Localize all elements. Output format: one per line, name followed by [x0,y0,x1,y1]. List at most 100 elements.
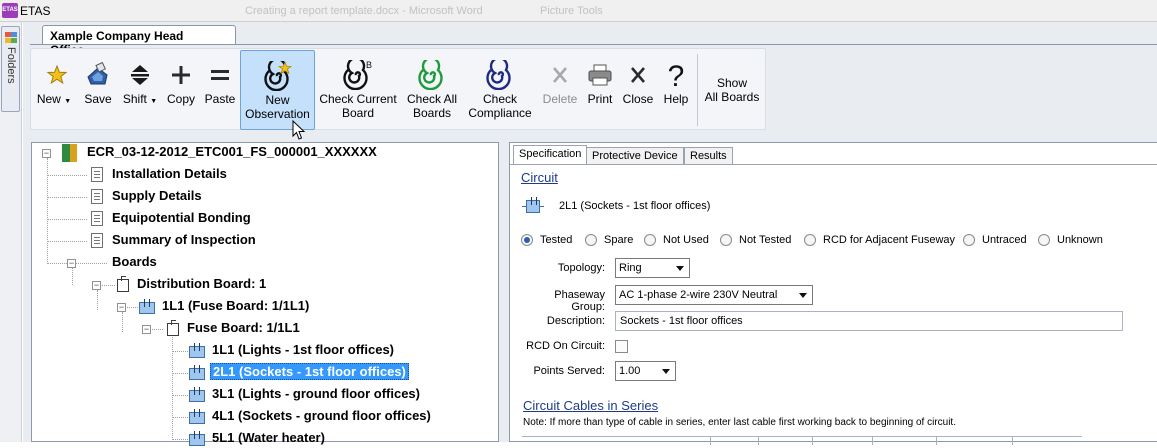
document-tab[interactable]: Xample Company Head Office_... [42,25,236,57]
save-button[interactable]: Save [80,50,116,130]
circuit-cables-note: Note: If more than type of cable in seri… [523,417,956,428]
circuit-icon [189,431,205,446]
help-button[interactable]: ? Help [658,50,694,130]
check-all-boards-button[interactable]: Check All Boards [401,50,463,130]
tree-line [172,439,188,440]
new-observation-label: New Observation [245,93,310,121]
document-icon [91,211,103,226]
radio-label-untraced: Untraced [982,234,1027,246]
tab-protective-device[interactable]: Protective Device [586,147,684,164]
app-title: ETAS [20,4,51,18]
check-compliance-label: Check Compliance [468,92,532,120]
points-served-select[interactable]: 1.00 [615,361,676,381]
collapse-toggle[interactable]: − [67,259,76,268]
radio-spare[interactable] [585,234,597,246]
close-button[interactable]: Close [620,50,656,130]
tree-item-equipotential-bonding[interactable]: Equipotential Bonding [112,208,251,228]
toolbar-separator [697,54,698,126]
rcd-on-circuit-checkbox[interactable] [615,340,628,353]
radio-rcd-adjacent-fuseway[interactable] [804,234,816,246]
tree-item-installation-details[interactable]: Installation Details [112,164,227,184]
column-divider [812,437,813,445]
copy-button[interactable]: Copy [163,50,199,130]
radio-not-used[interactable] [644,234,656,246]
tree-line [122,312,123,332]
column-divider [710,437,711,445]
shift-button[interactable]: Shift ▼ [120,50,160,130]
tree-item-circuit-2l1[interactable]: 2L1 (Sockets - 1st floor offices) [210,362,409,382]
tree-item-distribution-board[interactable]: Distribution Board: 1 [137,274,266,294]
chevron-down-icon: ▼ [64,98,72,105]
circuit-icon [139,299,155,314]
background-window-context: Picture Tools [540,5,603,17]
description-field[interactable]: Sockets - 1st floor offices [615,311,1123,331]
phaseway-group-value: AC 1-phase 2-wire 230V Neutral [619,289,778,301]
tree-item-boards[interactable]: Boards [112,252,157,272]
circuit-cables-heading: Circuit Cables in Series [523,398,659,413]
tree-item-fuse-board[interactable]: Fuse Board: 1/1L1 [187,318,300,338]
tree-item-circuit-3l1[interactable]: 3L1 (Lights - ground floor offices) [212,384,420,404]
tab-specification[interactable]: Specification [513,145,588,165]
tree-item-circuit-1l1[interactable]: 1L1 (Lights - 1st floor offices) [212,340,394,360]
print-button[interactable]: Print [582,50,618,130]
topology-select[interactable]: Ring [615,258,690,278]
plus-icon [172,66,190,84]
tree-item-fuse-board-circuit[interactable]: 1L1 (Fuse Board: 1/1L1) [162,296,309,316]
tree-line [97,290,98,310]
spiral-green-icon [418,60,443,90]
circuit-icon [189,409,205,424]
collapse-toggle[interactable]: − [92,281,101,290]
tab-strip-border [30,44,1157,45]
radio-unknown[interactable] [1038,234,1050,246]
check-compliance-button[interactable]: Check Compliance [466,50,534,130]
collapse-toggle[interactable]: − [117,303,126,312]
folders-icon [5,32,17,43]
tree-item-circuit-5l1[interactable]: 5L1 (Water heater) [212,428,325,448]
tree-item-circuit-4l1[interactable]: 4L1 (Sockets - ground floor offices) [212,406,431,426]
delete-button[interactable]: Delete [540,50,580,130]
tree-item-supply-details[interactable]: Supply Details [112,186,202,206]
topology-label: Topology: [557,262,605,274]
column-divider [936,437,937,445]
column-divider [1012,437,1013,445]
tab-results[interactable]: Results [684,147,733,164]
spiral-star-icon [263,61,292,91]
distribution-board-icon [117,276,129,292]
radio-label-unknown: Unknown [1057,234,1103,246]
folders-label: Folders [5,47,17,84]
radio-tested[interactable] [521,234,533,246]
paste-label: Paste [204,92,236,106]
new-button[interactable]: New ▼ [35,50,73,130]
phaseway-group-select[interactable]: AC 1-phase 2-wire 230V Neutral [615,285,813,305]
tree-root[interactable]: ECR_03-12-2012_ETC001_FS_000001_XXXXXX [87,142,377,162]
tree-line [47,241,87,242]
show-all-boards-button[interactable]: Show All Boards [701,50,763,130]
app-icon: ETAS [2,3,18,18]
collapse-toggle[interactable]: − [42,149,51,158]
circuit-name: 2L1 (Sockets - 1st floor offices) [559,200,711,212]
tree-line [47,263,107,264]
equals-icon [211,70,229,80]
fuse-board-icon [167,320,179,336]
spiral-icon: B [343,60,372,90]
chevron-down-icon [799,293,807,298]
tree-line [47,175,87,176]
check-current-board-button[interactable]: B Check Current Board [318,50,398,130]
tree-line [172,417,188,418]
svg-text:?: ? [668,60,685,90]
mouse-cursor-icon [292,120,306,140]
chevron-down-icon: ▼ [150,98,158,105]
circuit-icon [522,197,544,215]
radio-not-tested[interactable] [720,234,732,246]
paste-button[interactable]: Paste [202,50,238,130]
check-all-boards-label: Check All Boards [406,92,458,120]
collapse-toggle[interactable]: − [142,325,151,334]
tree-item-summary-of-inspection[interactable]: Summary of Inspection [112,230,256,250]
radio-untraced[interactable] [963,234,975,246]
save-icon [87,61,108,85]
new-label: New ▼ [36,92,72,106]
shift-label: Shift ▼ [122,92,158,106]
folders-strip: Folders [0,22,22,442]
folders-button[interactable]: Folders [1,26,20,112]
new-observation-button[interactable]: New Observation [240,50,315,130]
